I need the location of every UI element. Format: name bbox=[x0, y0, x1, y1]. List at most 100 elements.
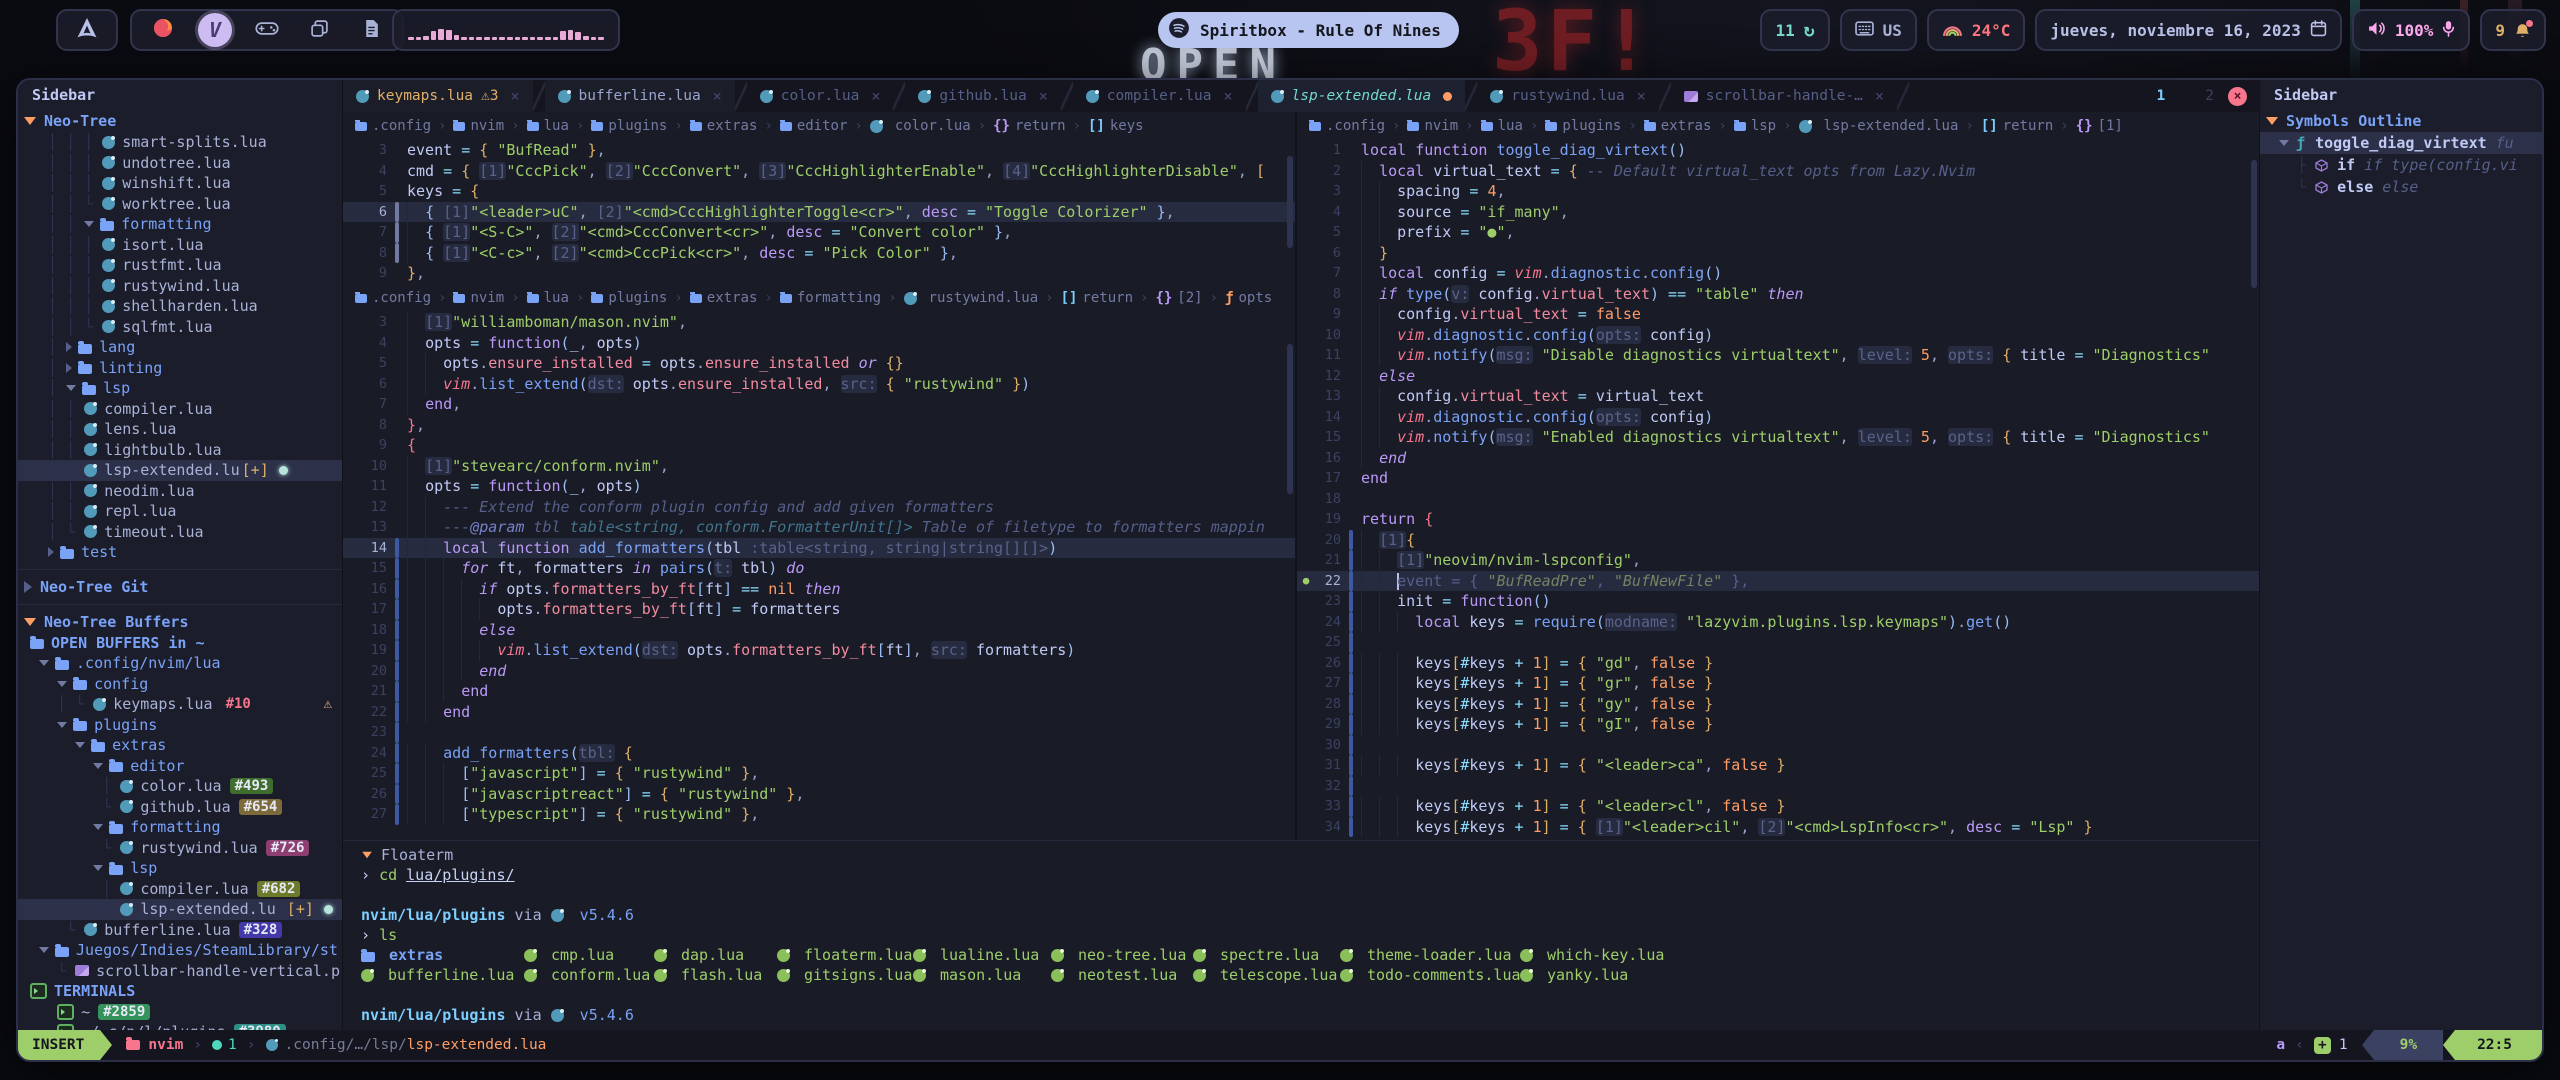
breadcrumb-item-lsp-extended.lua[interactable]: lsp-extended.lua bbox=[1799, 118, 1959, 134]
code-line-5[interactable]: 5 prefix = "●", bbox=[1297, 222, 2259, 243]
tree-item-~/.c/n/l/plugins[interactable]: ~/.c/n/l/plugins#3980 bbox=[18, 1022, 342, 1030]
tree-item-.config/nvim/lua[interactable]: .config/nvim/lua bbox=[18, 653, 342, 674]
widget-updates[interactable]: 11↻ bbox=[1760, 9, 1829, 51]
tree-item-lens.lua[interactable]: │ │ lens.lua bbox=[18, 419, 342, 440]
tree-item-undotree.lua[interactable]: │ │ │ undotree.lua bbox=[18, 153, 342, 174]
tree-item-rustfmt.lua[interactable]: │ │ │ rustfmt.lua bbox=[18, 255, 342, 276]
tree-item-compiler.lua[interactable]: │ compiler.lua#682 bbox=[18, 879, 342, 900]
tab-color.lua[interactable]: color.lua× bbox=[747, 80, 894, 112]
breadcrumb-item-nvim[interactable]: nvim bbox=[1407, 118, 1458, 134]
code-line-26[interactable]: 26 ["javascriptreact"] = { "rustywind" }… bbox=[343, 784, 1295, 805]
breadcrumb-item-[2][interactable]: {}[2] bbox=[1155, 290, 1202, 306]
code-line-18[interactable]: 18 bbox=[1297, 489, 2259, 510]
code-line-30[interactable]: 30 bbox=[1297, 735, 2259, 756]
close-icon[interactable]: × bbox=[1637, 87, 1646, 105]
tree-item-scrollbar-handle-vertical.p[interactable]: └ scrollbar-handle-vertical.p bbox=[18, 961, 342, 982]
dock-button-windows[interactable] bbox=[302, 13, 336, 47]
code-line-20[interactable]: 20 end bbox=[343, 661, 1295, 682]
tab-bufferline.lua[interactable]: bufferline.lua× bbox=[545, 80, 735, 112]
breadcrumb-item-.config[interactable]: .config bbox=[355, 290, 431, 306]
tree-item-github.lua[interactable]: └ github.lua#654 bbox=[18, 797, 342, 818]
tree-item-shellharden.lua[interactable]: │ │ │ shellharden.lua bbox=[18, 296, 342, 317]
code-line-16[interactable]: 16 if opts.formatters_by_ft[ft] == nil t… bbox=[343, 579, 1295, 600]
breadcrumb-item-.config[interactable]: .config bbox=[1309, 118, 1385, 134]
breadcrumb-item-rustywind.lua[interactable]: rustywind.lua bbox=[904, 290, 1039, 306]
breadcrumb-item-return[interactable]: {}return bbox=[993, 118, 1065, 134]
tree-item-config[interactable]: config bbox=[18, 674, 342, 695]
breadcrumb-item-lua[interactable]: lua bbox=[527, 118, 569, 134]
code-line-14[interactable]: 14 local function add_formatters(tbl :ta… bbox=[343, 538, 1295, 559]
code-line-23[interactable]: 23 init = function() bbox=[1297, 591, 2259, 612]
breadcrumb-item-extras[interactable]: extras bbox=[690, 118, 758, 134]
tree-item-keymaps.lua[interactable]: │ └ keymaps.lua#10⚠ bbox=[18, 694, 342, 715]
close-icon[interactable]: × bbox=[1224, 87, 1233, 105]
sidebar-section-neo-tree[interactable]: Neo-Tree bbox=[18, 110, 342, 132]
breadcrumb-item-plugins[interactable]: plugins bbox=[591, 290, 667, 306]
breadcrumb-item-extras[interactable]: extras bbox=[1644, 118, 1712, 134]
code-line-15[interactable]: 15 vim.notify(msg: "Enabled diagnostics … bbox=[1297, 427, 2259, 448]
code-line-33[interactable]: 33 keys[#keys + 1] = { "<leader>cl", fal… bbox=[1297, 796, 2259, 817]
code-line-15[interactable]: 15 for ft, formatters in pairs(t: tbl) d… bbox=[343, 558, 1295, 579]
floaterm-chevron-icon[interactable] bbox=[362, 852, 372, 858]
breadcrumb-item-nvim[interactable]: nvim bbox=[453, 118, 504, 134]
breadcrumb-item-return[interactable]: []return bbox=[1981, 118, 2053, 134]
code-line-6[interactable]: 6 } bbox=[1297, 243, 2259, 264]
code-line-3[interactable]: 3 spacing = 4, bbox=[1297, 181, 2259, 202]
tree-item-TERMINALS[interactable]: TERMINALS bbox=[18, 981, 342, 1002]
breadcrumb-item-[1][interactable]: {}[1] bbox=[2076, 118, 2123, 134]
outline-item-toggle_diag_virtext[interactable]: ƒtoggle_diag_virtextfu bbox=[2260, 132, 2542, 154]
breadcrumb-item-plugins[interactable]: plugins bbox=[1545, 118, 1621, 134]
tree-item-editor[interactable]: editor bbox=[18, 756, 342, 777]
tree-item-lsp[interactable]: lsp bbox=[18, 858, 342, 879]
code-line-24[interactable]: 24 local keys = require(modname: "lazyvi… bbox=[1297, 612, 2259, 633]
symbols-outline-header[interactable]: Symbols Outline bbox=[2260, 110, 2542, 132]
tree-item-worktree.lua[interactable]: │ │ └ worktree.lua bbox=[18, 194, 342, 215]
code-line-20[interactable]: 20 [1]{ bbox=[1297, 530, 2259, 551]
breadcrumb-item-editor[interactable]: editor bbox=[780, 118, 848, 134]
tab-rustywind.lua[interactable]: rustywind.lua× bbox=[1477, 80, 1659, 112]
widget-notifications[interactable]: 9 bbox=[2480, 9, 2546, 51]
code-line-7[interactable]: 7 end, bbox=[343, 394, 1295, 415]
tree-item-rustywind.lua[interactable]: │ │ │ rustywind.lua bbox=[18, 276, 342, 297]
dock-button-file[interactable] bbox=[354, 13, 388, 47]
scrollbar-handle[interactable] bbox=[1287, 344, 1293, 494]
tab-scrollbar-handle-…[interactable]: scrollbar-handle-…× bbox=[1671, 80, 1897, 112]
widget-keyboard-layout[interactable]: US bbox=[1840, 9, 1917, 51]
code-line-2[interactable]: 2 local virtual_text = { -- Default virt… bbox=[1297, 161, 2259, 182]
tree-item-OPEN BUFFERS in ~[interactable]: OPEN BUFFERS in ~ bbox=[18, 633, 342, 654]
code-line-12[interactable]: 12 else bbox=[1297, 366, 2259, 387]
code-line-27[interactable]: 27 keys[#keys + 1] = { "gr", false } bbox=[1297, 673, 2259, 694]
tree-item-smart-splits.lua[interactable]: │ │ │ smart-splits.lua bbox=[18, 132, 342, 153]
code-line-31[interactable]: 31 keys[#keys + 1] = { "<leader>ca", fal… bbox=[1297, 755, 2259, 776]
code-line-26[interactable]: 26 keys[#keys + 1] = { "gd", false } bbox=[1297, 653, 2259, 674]
tree-item-lang[interactable]: │ lang bbox=[18, 337, 342, 358]
code-line-21[interactable]: 21 end bbox=[343, 681, 1295, 702]
scrollbar-handle[interactable] bbox=[1287, 156, 1293, 248]
sidebar-section-neo-tree-git[interactable]: Neo-Tree Git bbox=[18, 576, 342, 598]
widget-volume[interactable]: 100% bbox=[2352, 9, 2471, 51]
widget-date[interactable]: jueves, noviembre 16, 2023 bbox=[2035, 9, 2341, 51]
app-launcher-button[interactable] bbox=[56, 9, 118, 51]
tree-item-neodim.lua[interactable]: │ │ neodim.lua bbox=[18, 481, 342, 502]
code-line-10[interactable]: 10 vim.diagnostic.config(opts: config) bbox=[1297, 325, 2259, 346]
breadcrumb-item-.config[interactable]: .config bbox=[355, 118, 431, 134]
tree-item-test[interactable]: test bbox=[18, 542, 342, 563]
tree-item-plugins[interactable]: plugins bbox=[18, 715, 342, 736]
tree-item-color.lua[interactable]: │ color.lua#493 bbox=[18, 776, 342, 797]
close-icon[interactable]: × bbox=[1875, 87, 1884, 105]
close-icon[interactable]: × bbox=[713, 87, 722, 105]
code-line-22[interactable]: 22 end bbox=[343, 702, 1295, 723]
code-line-6[interactable]: 6 { [1]"<leader>uC", [2]"<cmd>CccHighlig… bbox=[343, 202, 1295, 223]
breadcrumb-item-lua[interactable]: lua bbox=[527, 290, 569, 306]
code-line-7[interactable]: 7 local config = vim.diagnostic.config() bbox=[1297, 263, 2259, 284]
scrollbar-handle[interactable] bbox=[2251, 160, 2257, 288]
code-line-25[interactable]: 25 ["javascript"] = { "rustywind" }, bbox=[343, 763, 1295, 784]
code-line-4[interactable]: 4 source = "if_many", bbox=[1297, 202, 2259, 223]
tree-item-lightbulb.lua[interactable]: │ │ lightbulb.lua bbox=[18, 440, 342, 461]
editor-pane-color-lua[interactable]: .config›nvim›lua›plugins›extras›editor›c… bbox=[343, 112, 1295, 284]
code-line-22[interactable]: ●22 event = { "BufReadPre", "BufNewFile"… bbox=[1297, 571, 2259, 592]
breadcrumb-item-color.lua[interactable]: color.lua bbox=[870, 118, 971, 134]
tree-item-isort.lua[interactable]: │ │ │ isort.lua bbox=[18, 235, 342, 256]
code-line-9[interactable]: 9}, bbox=[343, 263, 1295, 284]
code-line-19[interactable]: 19return { bbox=[1297, 509, 2259, 530]
